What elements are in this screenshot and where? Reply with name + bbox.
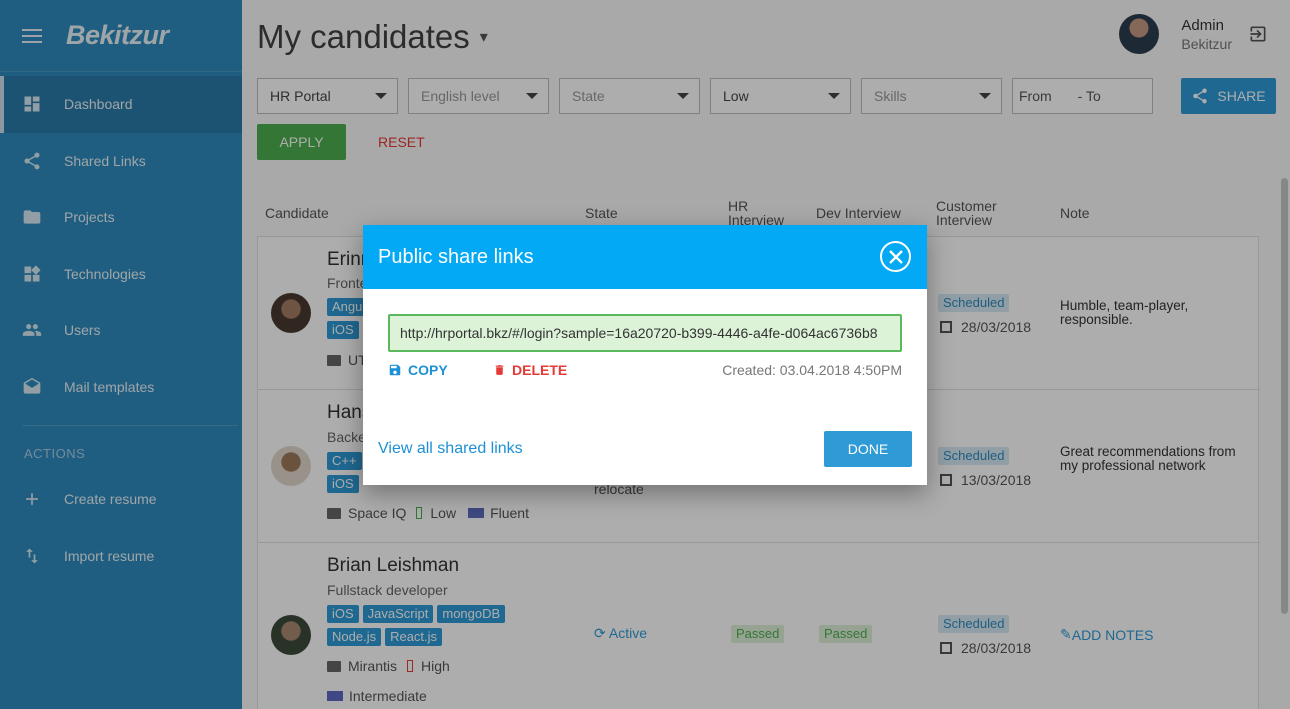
close-icon	[888, 249, 903, 264]
save-icon	[389, 364, 401, 376]
delete-button[interactable]: DELETE	[493, 362, 567, 378]
dialog-title: Public share links	[378, 245, 534, 268]
share-links-dialog: Public share links http://hrportal.bkz/#…	[363, 225, 927, 485]
copy-label: COPY	[408, 362, 448, 378]
trash-icon	[495, 365, 504, 375]
done-button[interactable]: DONE	[824, 431, 912, 467]
delete-label: DELETE	[512, 362, 568, 378]
close-button[interactable]	[880, 241, 911, 272]
created-timestamp: Created: 03.04.2018 4:50PM	[722, 362, 902, 378]
copy-button[interactable]: COPY	[388, 362, 448, 378]
view-all-links[interactable]: View all shared links	[378, 440, 523, 458]
dialog-header: Public share links	[363, 225, 927, 289]
share-link-field[interactable]: http://hrportal.bkz/#/login?sample=16a20…	[388, 314, 902, 352]
